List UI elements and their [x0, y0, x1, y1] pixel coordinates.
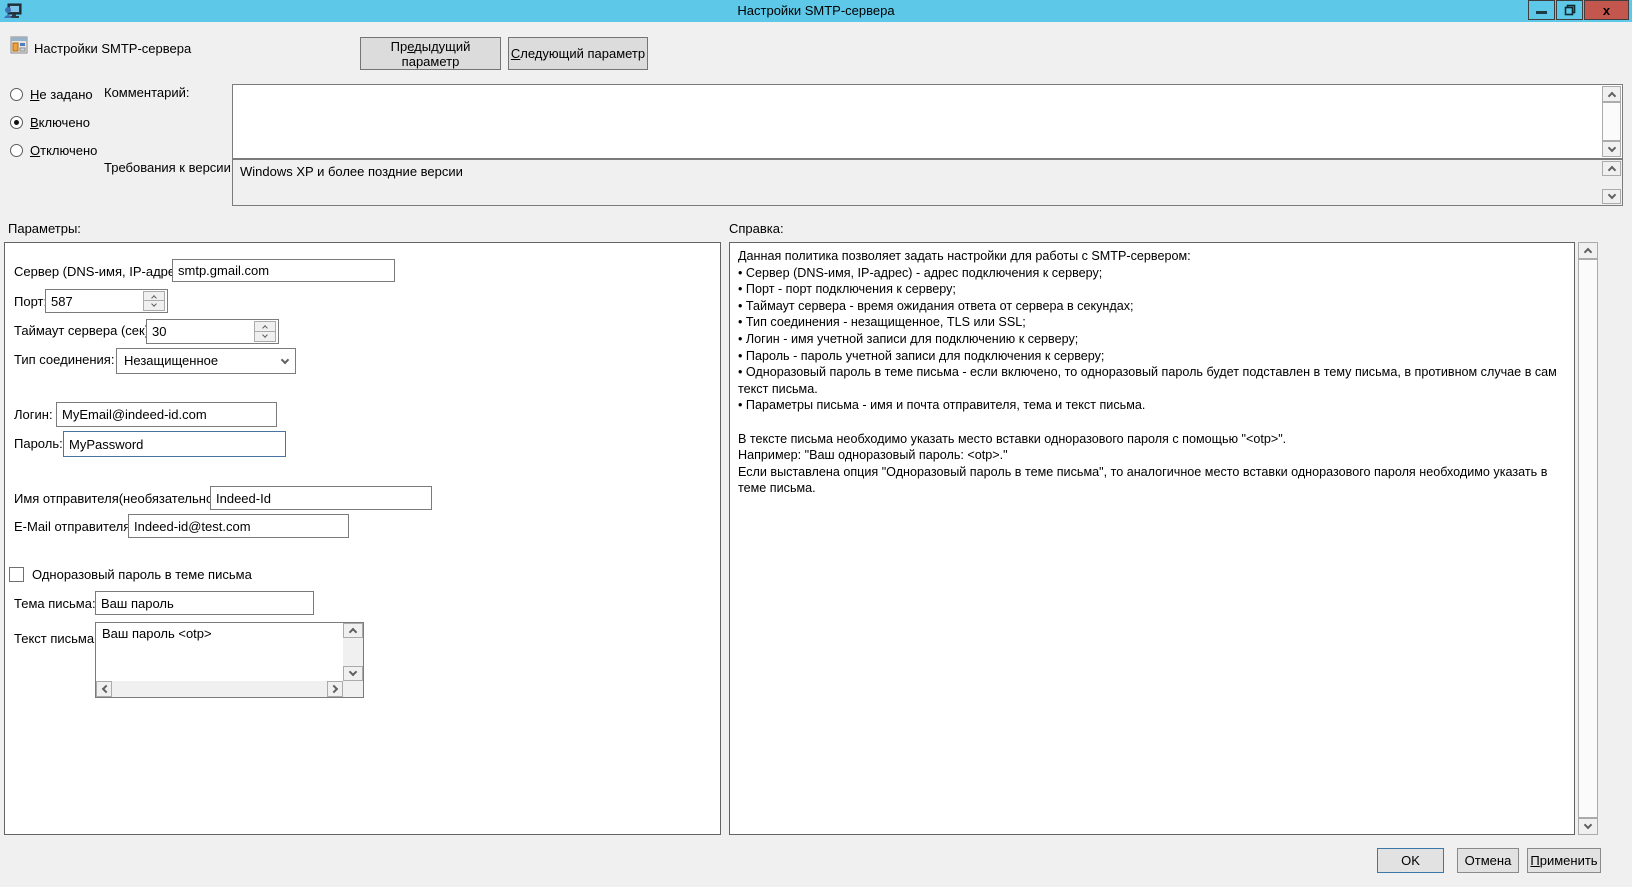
chevron-down-icon — [1584, 821, 1592, 829]
password-input[interactable] — [63, 431, 286, 457]
radio-circle[interactable] — [10, 88, 23, 101]
spin-down-button[interactable] — [144, 301, 164, 310]
radio-label: Включено — [30, 115, 90, 130]
chevron-down-icon — [151, 301, 157, 307]
window-title: Настройки SMTP-сервера — [0, 3, 1632, 18]
scroll-right-button[interactable] — [327, 681, 343, 697]
radio-label: Не задано — [30, 87, 93, 102]
radio-enabled[interactable]: Включено — [10, 115, 90, 130]
scroll-down-button[interactable] — [1578, 818, 1598, 835]
apply-button[interactable]: Применить — [1527, 848, 1601, 873]
comment-label: Комментарий: — [104, 85, 190, 100]
chevron-up-icon — [1607, 166, 1615, 174]
sender-email-input[interactable] — [128, 514, 349, 538]
chevron-down-icon — [1607, 143, 1615, 151]
port-field — [45, 289, 168, 313]
help-scrollbar[interactable] — [1578, 242, 1598, 835]
body-field: Ваш пароль <otp> — [95, 622, 364, 698]
connection-type-select[interactable]: Незащищенное — [116, 348, 296, 374]
connection-type-value: Незащищенное — [124, 353, 218, 368]
spin-up-button[interactable] — [255, 322, 275, 332]
server-label: Сервер (DNS-имя, IP-адрес): — [14, 264, 190, 279]
spin-down-button[interactable] — [255, 332, 275, 342]
port-spinner — [143, 291, 165, 311]
chevron-up-icon — [1584, 248, 1592, 256]
timeout-input[interactable] — [147, 320, 252, 343]
login-input[interactable] — [56, 402, 277, 427]
scroll-up-button[interactable] — [1602, 86, 1621, 102]
scrollbar-thumb[interactable] — [1578, 259, 1598, 818]
next-setting-button[interactable]: Следующий параметр — [508, 37, 648, 70]
timeout-label: Таймаут сервера (сек): — [14, 323, 153, 338]
titlebar: Настройки SMTP-сервера x — [0, 0, 1632, 22]
help-section-label: Справка: — [729, 221, 784, 236]
chevron-down-icon — [349, 668, 357, 676]
password-label: Пароль: — [14, 436, 63, 451]
body-textarea[interactable]: Ваш пароль <otp> — [96, 623, 342, 680]
scrollbar-thumb[interactable] — [1602, 102, 1621, 141]
supported-on-label: Требования к версии: — [104, 160, 234, 175]
policy-title: Настройки SMTP-сервера — [34, 41, 191, 56]
body-label: Текст письма: — [14, 631, 98, 646]
restore-icon — [1564, 4, 1576, 16]
sender-email-label: E-Mail отправителя: — [14, 519, 134, 534]
options-section-label: Параметры: — [8, 221, 81, 236]
chevron-down-icon — [262, 332, 268, 338]
radio-disabled[interactable]: Отключено — [10, 143, 97, 158]
chevron-up-icon — [1607, 91, 1615, 99]
chevron-up-icon — [262, 325, 268, 331]
chevron-right-icon — [329, 685, 337, 693]
timeout-spinner — [254, 321, 276, 342]
connection-type-label: Тип соединения: — [14, 352, 114, 367]
supported-on-box: Windows XP и более поздние версии — [232, 159, 1623, 206]
comment-scrollbar[interactable] — [1602, 86, 1621, 157]
timeout-field — [146, 319, 279, 344]
scroll-up-button[interactable] — [343, 623, 363, 638]
close-button[interactable]: x — [1584, 0, 1629, 20]
radio-circle-selected[interactable] — [10, 116, 23, 129]
scrollbar-corner — [343, 681, 363, 697]
close-icon: x — [1603, 3, 1610, 18]
minimize-icon — [1536, 11, 1547, 14]
port-label: Порт: — [14, 294, 47, 309]
ok-button[interactable]: OK — [1377, 848, 1444, 873]
otp-in-subject-label: Одноразовый пароль в теме письма — [32, 567, 252, 582]
minimize-button[interactable] — [1528, 0, 1555, 20]
scroll-down-button[interactable] — [1602, 141, 1621, 157]
scroll-down-button[interactable] — [1602, 189, 1621, 204]
supported-scrollbar[interactable] — [1602, 161, 1621, 204]
help-text: Данная политика позволяет задать настрой… — [730, 243, 1574, 834]
server-input[interactable] — [172, 259, 395, 282]
radio-circle[interactable] — [10, 144, 23, 157]
sender-name-input[interactable] — [210, 486, 432, 510]
radio-not-configured[interactable]: Не задано — [10, 87, 93, 102]
body-h-scrollbar[interactable] — [96, 681, 343, 697]
chevron-down-icon — [281, 356, 289, 364]
spin-up-button[interactable] — [144, 292, 164, 301]
chevron-down-icon — [1607, 191, 1615, 199]
comment-box — [232, 84, 1623, 159]
chevron-up-icon — [349, 628, 357, 636]
supported-on-value: Windows XP и более поздние версии — [240, 164, 463, 179]
sender-name-label: Имя отправителя(необязательно): — [14, 491, 221, 506]
scroll-left-button[interactable] — [96, 681, 112, 697]
port-input[interactable] — [46, 290, 141, 312]
chevron-left-icon — [101, 685, 109, 693]
scroll-down-button[interactable] — [343, 666, 363, 681]
chevron-up-icon — [151, 295, 157, 301]
restore-button[interactable] — [1556, 0, 1583, 20]
otp-in-subject-checkbox[interactable] — [9, 567, 24, 582]
comment-textarea[interactable] — [233, 85, 1602, 158]
login-label: Логин: — [14, 407, 53, 422]
scroll-up-button[interactable] — [1578, 242, 1598, 259]
body-v-scrollbar[interactable] — [343, 623, 363, 681]
previous-setting-button[interactable]: Предыдущий параметр — [360, 37, 501, 70]
cancel-button[interactable]: Отмена — [1457, 848, 1519, 873]
radio-label: Отключено — [30, 143, 97, 158]
subject-input[interactable] — [95, 591, 314, 615]
subject-label: Тема письма: — [14, 596, 96, 611]
help-panel: Данная политика позволяет задать настрой… — [729, 242, 1575, 835]
scroll-up-button[interactable] — [1602, 161, 1621, 176]
policy-setting-icon — [10, 36, 28, 54]
